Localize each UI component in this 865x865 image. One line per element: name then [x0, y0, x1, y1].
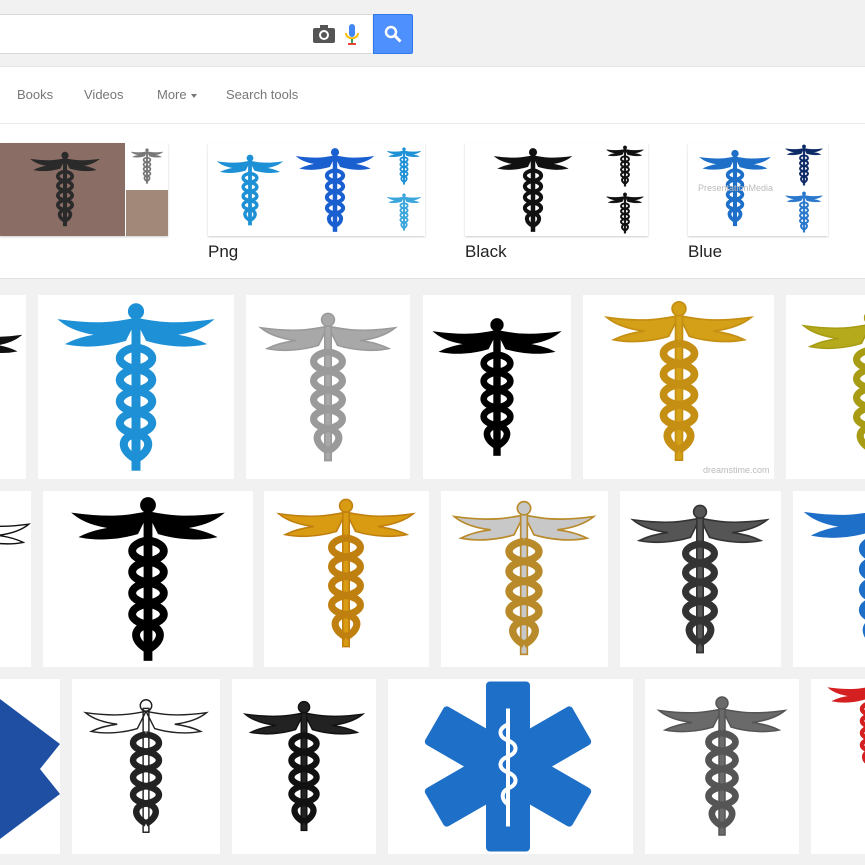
caduceus-image [266, 491, 426, 655]
caduceus-image [212, 147, 288, 233]
caduceus-image [234, 691, 374, 841]
image-result[interactable] [232, 679, 376, 854]
caduceus-image [481, 145, 585, 235]
related-black-thumb[interactable] [465, 143, 648, 236]
related-png-thumb[interactable] [208, 143, 425, 236]
image-result[interactable] [43, 491, 253, 667]
image-result[interactable] [423, 295, 571, 479]
search-header [0, 0, 865, 67]
tab-books[interactable]: Books [17, 87, 53, 102]
caduceus-image [42, 297, 230, 477]
image-result[interactable] [72, 679, 220, 854]
caduceus-image [423, 295, 571, 479]
watermark-text: dreamstime.com [703, 465, 770, 475]
caduceus-image [782, 189, 826, 235]
more-label: More [157, 87, 187, 102]
image-result[interactable] [793, 491, 865, 667]
caduceus-image [603, 191, 647, 235]
search-icon [384, 25, 402, 43]
caduceus-image [620, 491, 780, 667]
related-tattoo-thumb[interactable] [0, 143, 168, 236]
microphone-icon[interactable] [344, 24, 360, 46]
caduceus-image [782, 143, 826, 187]
star-of-life-image [424, 681, 592, 852]
caduceus-image [587, 295, 771, 467]
caduceus-image [0, 305, 26, 455]
image-result[interactable] [388, 679, 633, 854]
caduceus-image [0, 501, 31, 651]
tab-videos[interactable]: Videos [84, 87, 124, 102]
search-nav: Books Videos More Search tools [0, 67, 865, 124]
related-searches: Png Black PresentationMedia Blue [0, 124, 865, 279]
search-button[interactable] [373, 14, 413, 54]
image-result[interactable] [645, 679, 799, 854]
caduceus-image [786, 305, 865, 465]
caduceus-image [384, 191, 424, 233]
chevron-down-icon [190, 93, 197, 98]
caduceus-image [74, 683, 218, 849]
caduceus-image [647, 681, 797, 851]
caduceus-image [793, 491, 865, 661]
image-result[interactable] [0, 295, 26, 479]
caduceus-image [43, 491, 253, 667]
image-result[interactable] [786, 295, 865, 479]
star-of-life-image [0, 699, 60, 839]
search-tools-button[interactable]: Search tools [226, 87, 298, 102]
related-label-blue[interactable]: Blue [688, 242, 722, 262]
caduceus-image [248, 299, 408, 475]
caduceus-image [384, 145, 424, 187]
image-result[interactable] [441, 491, 608, 667]
wings-image [128, 145, 166, 187]
image-result[interactable] [264, 491, 429, 667]
caduceus-image [603, 143, 647, 189]
tattoo-image [25, 147, 105, 231]
image-result[interactable] [0, 491, 31, 667]
caduceus-image [288, 145, 382, 235]
caduceus-image [811, 679, 865, 775]
image-result[interactable] [38, 295, 234, 479]
camera-icon[interactable] [313, 25, 335, 43]
image-result[interactable] [620, 491, 781, 667]
tab-more[interactable]: More [157, 87, 197, 102]
image-result[interactable] [811, 679, 865, 854]
related-label-png[interactable]: Png [208, 242, 238, 262]
image-result[interactable] [246, 295, 410, 479]
caduceus-image [441, 491, 607, 665]
image-result[interactable]: dreamstime.com [583, 295, 774, 479]
related-label-black[interactable]: Black [465, 242, 507, 262]
watermark-text: PresentationMedia [698, 183, 774, 193]
image-result[interactable] [0, 679, 60, 854]
related-blue-thumb[interactable]: PresentationMedia [688, 143, 828, 236]
